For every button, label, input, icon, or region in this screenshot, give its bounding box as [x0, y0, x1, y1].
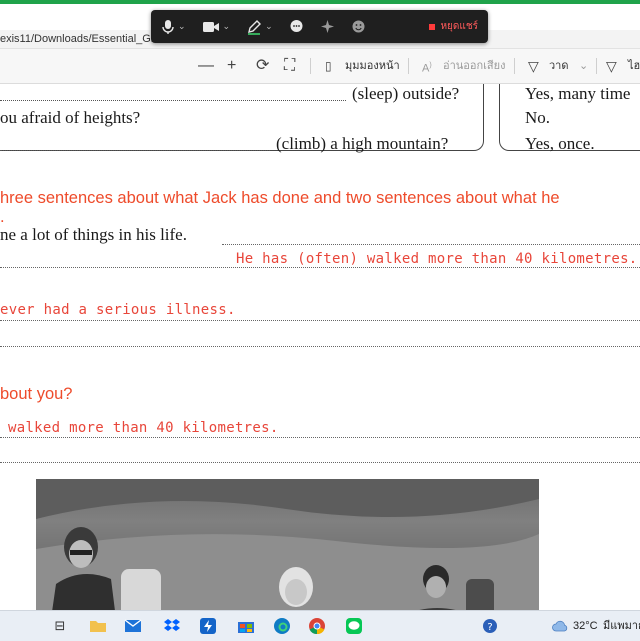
section-title: bout you? [0, 385, 73, 403]
toolbar-divider [596, 58, 597, 74]
answer-3: Yes, once. [525, 134, 595, 153]
blank-line [222, 244, 640, 245]
pdf-document-page: (sleep) outside? Yes, many time ou afrai… [0, 84, 640, 610]
mail-button[interactable] [123, 616, 143, 636]
task-view-button[interactable]: ⊟ [50, 616, 70, 636]
question-1: (sleep) outside? [352, 84, 460, 103]
line-button[interactable] [344, 616, 364, 636]
chat-button[interactable] [289, 19, 304, 34]
edge-browser-icon [274, 618, 290, 634]
blank-line [0, 462, 640, 463]
blank-line [0, 346, 640, 347]
pen-icon [248, 19, 262, 35]
question-2: ou afraid of heights? [0, 108, 141, 127]
toolbar-divider [514, 58, 515, 74]
store-bag-icon [238, 622, 254, 633]
weather-description[interactable]: มีแพมาก [603, 611, 640, 641]
toolbar-divider [408, 58, 409, 74]
zoom-out-button[interactable]: — [198, 49, 214, 83]
windows-taskbar: ⊟ ? 32°C มีแพมา [0, 610, 640, 641]
draw-button[interactable]: วาด [549, 49, 569, 83]
handwritten-answer-1: He has (often) walked more than 40 kilom… [236, 251, 638, 267]
read-aloud-icon[interactable]: A) [422, 49, 432, 83]
blank-line [0, 100, 346, 101]
answer-1: Yes, many time [525, 84, 631, 103]
stop-square-icon [429, 23, 436, 30]
svg-text:?: ? [487, 622, 492, 633]
blank-line [0, 437, 640, 438]
blank-line [0, 150, 270, 151]
toolbar-divider [310, 58, 311, 74]
chrome-button[interactable] [307, 616, 327, 636]
dropbox-icon [164, 619, 180, 631]
chrome-icon [309, 618, 325, 635]
chevron-down-icon[interactable]: ⌄ [223, 21, 231, 32]
page-view-button[interactable]: มุมมองหน้า [345, 49, 400, 83]
blank-line [0, 267, 640, 268]
zoom-in-button[interactable]: + [227, 49, 236, 83]
sparkle-icon [320, 20, 334, 33]
weather-temperature[interactable]: 32°C [573, 611, 598, 641]
edge-button[interactable] [272, 616, 292, 636]
blank-line [0, 320, 640, 321]
highlight-button[interactable]: ไฮ [628, 49, 640, 83]
help-button[interactable]: ? [480, 616, 500, 636]
stop-share-button[interactable]: หยุดแชร์ [429, 19, 478, 34]
lightning-app-icon [200, 618, 216, 634]
task-view-icon: ⊟ [54, 618, 66, 633]
store-button[interactable] [236, 616, 256, 636]
help-icon: ? [483, 619, 497, 633]
cloud-icon [552, 620, 568, 632]
camera-button[interactable]: ⌄ [202, 21, 231, 33]
meeting-share-toolbar: ⌄ ⌄ ⌄ หยุดแชร์ [151, 10, 488, 43]
folder-icon [90, 621, 106, 632]
exercise-instruction: hree sentences about what Jack has done … [0, 189, 560, 207]
hikers-photo-illustration [36, 479, 539, 610]
reactions-button[interactable] [351, 19, 366, 34]
stop-share-label: หยุดแชร์ [440, 21, 478, 32]
handwritten-answer-2: ever had a serious illness. [0, 302, 236, 318]
url-text[interactable]: exis11/Downloads/Essential_Gram [0, 30, 170, 48]
hikers-photo [36, 479, 539, 610]
app-button[interactable] [198, 616, 218, 636]
question-3: (climb) a high mountain? [276, 134, 449, 153]
draw-icon[interactable]: ▽ [528, 49, 539, 83]
fit-page-icon[interactable]: ⛶ [284, 49, 295, 83]
page-view-icon[interactable]: ▯ [325, 49, 332, 83]
line-app-icon [346, 618, 362, 634]
file-explorer-button[interactable] [88, 616, 108, 636]
chevron-down-icon[interactable]: ⌄ [178, 21, 186, 32]
read-aloud-button[interactable]: อ่านออกเสียง [443, 49, 505, 83]
dropbox-button[interactable] [162, 616, 182, 636]
effects-button[interactable] [320, 19, 335, 34]
video-camera-icon [202, 21, 219, 32]
answer-2: No. [525, 108, 551, 127]
chevron-down-icon[interactable]: ⌄ [579, 49, 588, 83]
weather-button[interactable] [550, 616, 570, 636]
rotate-icon[interactable]: ⟳ [256, 49, 269, 83]
chevron-down-icon[interactable]: ⌄ [265, 21, 273, 32]
annotate-button[interactable]: ⌄ [246, 19, 273, 35]
microphone-icon [162, 19, 174, 34]
microphone-button[interactable]: ⌄ [161, 19, 186, 35]
handwritten-answer-3: walked more than 40 kilometres. [8, 420, 279, 436]
chat-bubble-icon [290, 20, 303, 32]
smiley-icon [352, 20, 365, 33]
mail-icon [124, 619, 142, 632]
example-sentence: ne a lot of things in his life. [0, 225, 187, 244]
pdf-toolbar: — + ⟳ ⛶ ▯ มุมมองหน้า A) อ่านออกเสียง ▽ ว… [0, 49, 640, 84]
highlight-icon[interactable]: ▽ [606, 49, 617, 83]
